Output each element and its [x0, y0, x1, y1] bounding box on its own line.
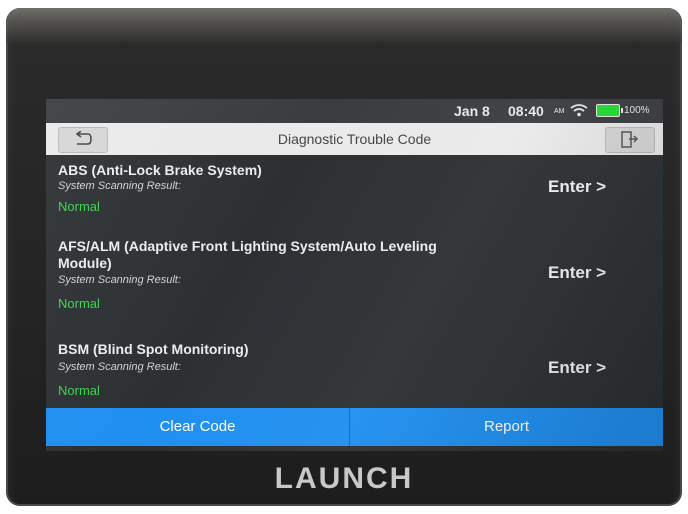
scan-result-label: System Scanning Result: — [58, 361, 181, 373]
system-name: AFS/ALM (Adaptive Front Lighting System/… — [58, 238, 437, 271]
wifi-icon — [570, 103, 588, 120]
system-name: ABS (Anti-Lock Brake System) — [58, 162, 262, 178]
battery-icon — [596, 104, 623, 117]
screen: Jan 8 08:40 AM 100% Diagnostic Trouble C… — [46, 99, 663, 451]
enter-button[interactable]: Enter > — [548, 263, 606, 283]
scan-result-status: Normal — [58, 383, 100, 398]
scan-result-label: System Scanning Result: — [58, 180, 181, 192]
title-bar: Diagnostic Trouble Code — [46, 123, 663, 155]
system-row[interactable]: AFS/ALM (Adaptive Front Lighting System/… — [46, 231, 663, 319]
status-bar: Jan 8 08:40 AM 100% — [46, 99, 663, 123]
exit-button[interactable] — [605, 127, 655, 153]
clear-code-button[interactable]: Clear Code — [46, 408, 349, 446]
device-top-edge — [6, 8, 682, 42]
system-row[interactable]: ABS (Anti-Lock Brake System) System Scan… — [46, 155, 663, 231]
system-name: BSM (Blind Spot Monitoring) — [58, 341, 249, 357]
enter-button[interactable]: Enter > — [548, 358, 606, 378]
status-time: 08:40 — [508, 103, 544, 119]
status-date: Jan 8 — [454, 103, 490, 119]
page-title: Diagnostic Trouble Code — [277, 131, 432, 147]
scan-result-status: Normal — [58, 199, 100, 214]
exit-door-icon — [621, 131, 639, 148]
scan-result-label: System Scanning Result: — [58, 274, 181, 286]
status-battery: 100% — [624, 105, 650, 116]
enter-button[interactable]: Enter > — [548, 177, 606, 197]
report-button[interactable]: Report — [350, 408, 663, 446]
device-brand-logo: LAUNCH — [274, 462, 414, 495]
system-row[interactable]: BSM (Blind Spot Monitoring) System Scann… — [46, 319, 663, 407]
status-ampm: AM — [554, 108, 565, 115]
bottom-action-bar: Clear Code Report — [46, 408, 663, 446]
scan-result-status: Normal — [58, 296, 100, 311]
